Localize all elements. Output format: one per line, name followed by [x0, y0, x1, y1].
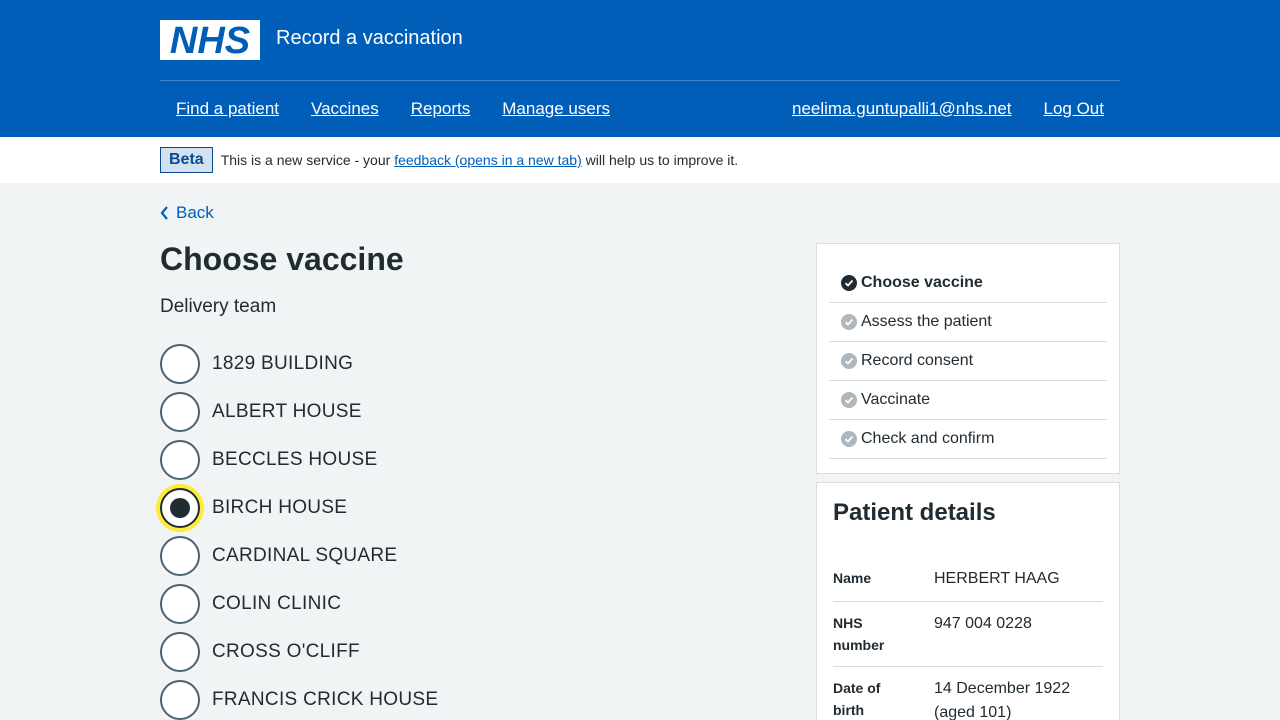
radio-option[interactable]: COLIN CLINIC — [160, 584, 438, 624]
check-circle-icon — [841, 314, 857, 330]
radio-label[interactable]: 1829 BUILDING — [212, 352, 353, 376]
radio-label[interactable]: CARDINAL SQUARE — [212, 544, 397, 568]
patient-name: HERBERT HAAG — [934, 570, 1060, 587]
step-label: Vaccinate — [861, 391, 931, 408]
step-label: Record consent — [861, 352, 974, 369]
patient-dob-date: 14 December 1922 — [934, 680, 1071, 697]
step-check-confirm: Check and confirm — [829, 420, 1107, 459]
patient-dob-age: (aged 101) — [934, 704, 1012, 720]
main-content: Back Choose vaccine Delivery team 1829 B… — [160, 183, 1120, 720]
check-circle-icon — [841, 431, 857, 447]
radio-option[interactable]: 1829 BUILDING — [160, 344, 438, 384]
radio-label[interactable]: CROSS O'CLIFF — [212, 640, 360, 664]
radio-button[interactable] — [160, 632, 200, 672]
step-assess-patient: Assess the patient — [829, 303, 1107, 342]
radio-label[interactable]: BIRCH HOUSE — [212, 496, 347, 520]
nav-vaccines[interactable]: Vaccines — [295, 99, 395, 119]
service-name[interactable]: Record a vaccination — [276, 26, 463, 50]
delivery-team-radios: 1829 BUILDING ALBERT HOUSE BECCLES HOUSE… — [160, 344, 438, 720]
nav-manage-users[interactable]: Manage users — [486, 99, 626, 119]
nav-find-patient[interactable]: Find a patient — [160, 99, 295, 119]
phase-tag: Beta — [160, 147, 213, 173]
radio-option[interactable]: CROSS O'CLIFF — [160, 632, 438, 672]
radio-button[interactable] — [160, 440, 200, 480]
back-link[interactable]: Back — [160, 203, 214, 223]
detail-key-line: Date of — [833, 680, 881, 696]
nav-user-email[interactable]: neelima.guntupalli1@nhs.net — [776, 99, 1028, 119]
step-record-consent: Record consent — [829, 342, 1107, 381]
check-circle-icon — [841, 353, 857, 369]
radio-button[interactable] — [160, 680, 200, 720]
radio-label[interactable]: COLIN CLINIC — [212, 592, 341, 616]
detail-key: Name — [833, 570, 872, 586]
detail-key: NHS number — [833, 612, 934, 656]
nhs-logo[interactable]: NHS — [160, 20, 260, 60]
back-label: Back — [176, 203, 214, 222]
detail-key-line: birth — [833, 702, 865, 718]
radio-button[interactable] — [160, 536, 200, 576]
patient-dob: 14 December 1922 (aged 101) — [934, 677, 1070, 720]
radio-label[interactable]: BECCLES HOUSE — [212, 448, 377, 472]
nav-log-out[interactable]: Log Out — [1028, 99, 1121, 119]
step-label: Choose vaccine — [861, 274, 983, 291]
phase-text-before: This is a new service - your — [220, 152, 395, 168]
chevron-left-icon — [160, 206, 168, 220]
check-circle-icon — [841, 392, 857, 408]
check-circle-icon — [841, 275, 857, 291]
detail-key-line: NHS — [833, 615, 863, 631]
patient-nhs-number: 947 004 0228 — [934, 615, 1032, 632]
detail-row-nhs: NHS number 947 004 0228 — [833, 602, 1103, 667]
radio-label[interactable]: ALBERT HOUSE — [212, 400, 362, 424]
radio-option[interactable]: FRANCIS CRICK HOUSE — [160, 680, 438, 720]
radio-button[interactable] — [160, 344, 200, 384]
radio-option[interactable]: BECCLES HOUSE — [160, 440, 438, 480]
feedback-link[interactable]: feedback (opens in a new tab) — [394, 152, 582, 168]
radio-option[interactable]: BIRCH HOUSE — [160, 488, 438, 528]
primary-nav: Find a patient Vaccines Reports Manage u… — [160, 80, 1120, 137]
step-choose-vaccine: Choose vaccine — [829, 264, 1107, 303]
detail-row-name: Name HERBERT HAAG — [833, 557, 1103, 602]
phase-banner: Beta This is a new service - your feedba… — [0, 137, 1280, 183]
phase-text-after: will help us to improve it. — [581, 152, 739, 168]
detail-key: Date of birth — [833, 677, 934, 720]
radio-label[interactable]: FRANCIS CRICK HOUSE — [212, 688, 438, 712]
step-vaccinate: Vaccinate — [829, 381, 1107, 420]
radio-option[interactable]: ALBERT HOUSE — [160, 392, 438, 432]
radio-button-selected[interactable] — [160, 488, 200, 528]
page-title: Choose vaccine — [160, 241, 404, 277]
step-label: Assess the patient — [861, 313, 992, 330]
patient-details-title: Patient details — [833, 499, 996, 526]
delivery-team-legend: Delivery team — [160, 296, 277, 317]
radio-option[interactable]: CARDINAL SQUARE — [160, 536, 438, 576]
nav-reports[interactable]: Reports — [395, 99, 487, 119]
svg-text:NHS: NHS — [170, 20, 250, 60]
task-steps: Choose vaccine Assess the patient Record… — [816, 243, 1120, 474]
patient-details-card: Patient details Name HERBERT HAAG NHS nu… — [816, 482, 1120, 720]
detail-row-dob: Date of birth 14 December 1922 (aged 101… — [833, 667, 1103, 720]
radio-button[interactable] — [160, 392, 200, 432]
step-label: Check and confirm — [861, 430, 995, 447]
detail-key-line: number — [833, 637, 885, 653]
header: NHS Record a vaccination Find a patient … — [0, 0, 1280, 137]
radio-button[interactable] — [160, 584, 200, 624]
